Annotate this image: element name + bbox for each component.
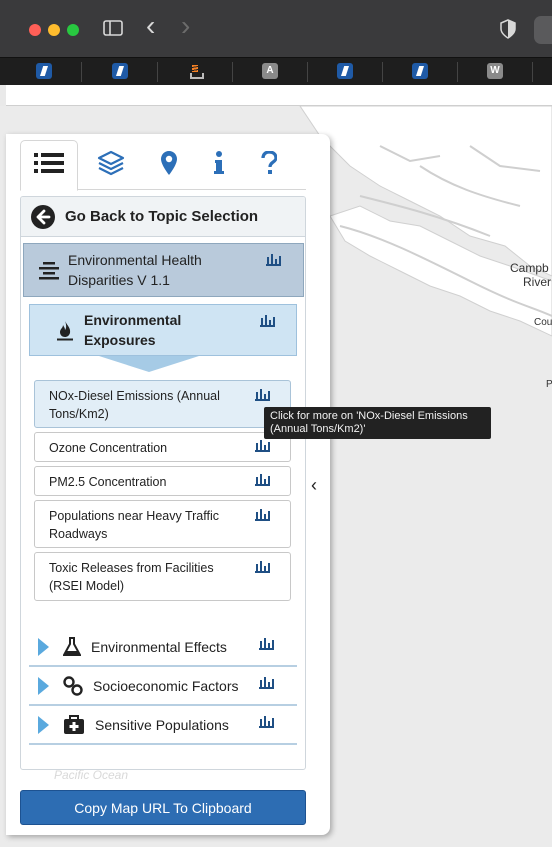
group-socioeconomic-factors[interactable]: Socioeconomic Factors (29, 668, 297, 706)
zoom-window-button[interactable] (67, 24, 79, 36)
bar-chart-icon[interactable] (259, 638, 274, 650)
panel-body: Go Back to Topic Selection Environmental… (20, 196, 306, 770)
group-label: Sensitive Populations (95, 717, 229, 733)
bookmark-stackoverflow-icon[interactable] (187, 63, 204, 79)
bookmark-site-logo-icon[interactable] (112, 63, 128, 79)
layer-item[interactable]: Populations near Heavy Traffic Roadways (34, 500, 291, 548)
bar-chart-icon[interactable] (255, 440, 270, 452)
tab-layers[interactable] (82, 140, 140, 190)
first-aid-kit-icon (63, 715, 85, 735)
caret-right-icon (38, 716, 49, 734)
collapse-panel-button[interactable]: ‹ (311, 475, 325, 495)
group-environmental-effects[interactable]: Environmental Effects (29, 629, 297, 667)
map-label: Cou (534, 317, 552, 328)
bar-chart-icon[interactable] (255, 509, 270, 521)
info-icon (213, 150, 225, 180)
bookmark-letter-icon[interactable]: A (262, 63, 278, 79)
subtopic-title: Environmental Exposures (84, 312, 182, 348)
bookmark-letter-icon[interactable]: W (487, 63, 503, 79)
layer-label: Ozone Concentration (49, 441, 168, 455)
browser-titlebar: ‹ › (0, 0, 552, 57)
subtopic-header[interactable]: Environmental Exposures (29, 304, 297, 356)
go-back-label: Go Back to Topic Selection (65, 208, 259, 225)
map-label: River (523, 275, 552, 289)
sidebar-toggle-icon[interactable] (103, 18, 123, 42)
page-header-strip (6, 85, 552, 106)
caret-right-icon (38, 677, 49, 695)
back-button[interactable]: ‹ (146, 12, 155, 40)
flask-icon (62, 637, 82, 657)
tab-help[interactable] (240, 140, 298, 190)
minimize-window-button[interactable] (48, 24, 60, 36)
bar-chart-icon[interactable] (255, 561, 270, 573)
topic-title: Environmental Health Disparities V 1.1 (68, 252, 202, 288)
copy-map-url-button[interactable]: Copy Map URL To Clipboard (20, 790, 306, 825)
topic-header[interactable]: Environmental Health Disparities V 1.1 (23, 243, 304, 297)
map-label: P (546, 379, 552, 390)
layer-label: NOx-Diesel Emissions (Annual Tons/Km2) (49, 389, 220, 421)
layer-label: Toxic Releases from Facilities (RSEI Mod… (49, 561, 214, 593)
bookmark-site-logo-icon[interactable] (412, 63, 428, 79)
bar-chart-icon[interactable] (260, 315, 275, 327)
flame-icon (56, 319, 74, 341)
layer-item[interactable]: Toxic Releases from Facilities (RSEI Mod… (34, 552, 291, 601)
bar-chart-icon[interactable] (255, 389, 270, 401)
layer-item[interactable]: NOx-Diesel Emissions (Annual Tons/Km2) (34, 380, 291, 428)
bar-chart-icon[interactable] (259, 716, 274, 728)
list-icon (34, 152, 64, 179)
bar-chart-icon[interactable] (255, 474, 270, 486)
group-label: Environmental Effects (91, 639, 227, 655)
bookmark-site-logo-icon[interactable] (337, 63, 353, 79)
map-label: Campb (510, 261, 549, 275)
help-icon (261, 149, 278, 180)
bookmark-site-logo-icon[interactable] (36, 63, 52, 79)
arrow-left-circle-icon (31, 204, 55, 229)
map-ocean-label: Pacific Ocean (54, 768, 129, 782)
group-label: Socioeconomic Factors (93, 678, 239, 694)
forward-button[interactable]: › (181, 12, 190, 40)
address-bar[interactable] (534, 16, 552, 44)
layer-item[interactable]: Ozone Concentration (34, 432, 291, 462)
caret-right-icon (38, 638, 49, 656)
close-window-button[interactable] (29, 24, 41, 36)
layer-label: PM2.5 Concentration (49, 475, 167, 489)
privacy-shield-icon[interactable] (500, 19, 516, 45)
panel-tabs (20, 140, 306, 191)
layer-item[interactable]: PM2.5 Concentration (34, 466, 291, 496)
bar-chart-icon[interactable] (259, 677, 274, 689)
map-pin-icon (160, 150, 178, 181)
bookmarks-bar: A W (0, 57, 552, 85)
layers-icon (97, 150, 125, 181)
layer-label: Populations near Heavy Traffic Roadways (49, 509, 220, 541)
link-icon (63, 676, 83, 696)
tab-list[interactable] (20, 140, 78, 191)
bar-chart-icon[interactable] (266, 254, 281, 266)
topic-layers-icon (38, 260, 60, 280)
layer-tooltip: Click for more on 'NOx-Diesel Emissions … (264, 407, 491, 439)
layer-panel: Go Back to Topic Selection Environmental… (6, 134, 330, 835)
group-sensitive-populations[interactable]: Sensitive Populations (29, 707, 297, 745)
go-back-button[interactable]: Go Back to Topic Selection (21, 197, 305, 237)
subtopic-pointer (99, 356, 199, 372)
